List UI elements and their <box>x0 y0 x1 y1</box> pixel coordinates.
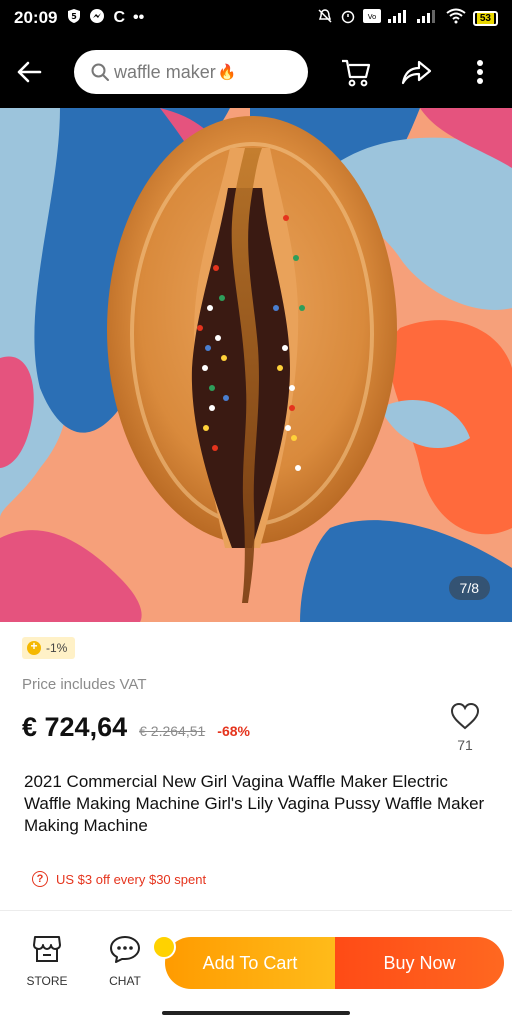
promo-banner[interactable]: ? US $3 off every $30 spent <box>32 871 206 887</box>
store-button[interactable]: STORE <box>17 935 77 988</box>
store-label: STORE <box>26 974 68 988</box>
status-time: 20:09 <box>14 8 58 27</box>
wishlist-button[interactable]: 71 <box>446 702 484 753</box>
app-bar: waffle maker 🔥 <box>0 36 512 108</box>
buy-now-button[interactable]: Buy Now <box>335 937 504 989</box>
signal-roaming-icon <box>416 9 439 28</box>
search-query: waffle maker <box>114 61 216 82</box>
product-title: 2021 Commercial New Girl Vagina Waffle M… <box>24 772 485 835</box>
coupon-icon <box>152 935 176 959</box>
alarm-icon <box>340 8 356 29</box>
search-input[interactable]: waffle maker 🔥 <box>74 50 308 94</box>
status-bar: 20:09 5 C •• Vo 53 <box>0 0 512 36</box>
signal-icon <box>387 9 410 28</box>
wifi-icon <box>446 8 466 29</box>
battery-icon: 53 <box>472 10 498 26</box>
original-price: € 2.264,51 <box>139 723 206 739</box>
price-row: € 724,64 € 2.264,51 -68% <box>22 712 250 743</box>
coins-badge-text: -1% <box>46 641 68 655</box>
share-icon <box>401 60 432 85</box>
notification-icons: 5 C •• <box>67 8 144 29</box>
chat-button[interactable]: CHAT <box>95 935 155 988</box>
mute-icon <box>317 8 333 29</box>
cart-button[interactable] <box>338 54 374 90</box>
svg-text:5: 5 <box>72 12 78 21</box>
back-arrow-icon <box>17 61 42 83</box>
current-price: € 724,64 <box>22 712 128 742</box>
vat-note: Price includes VAT <box>22 676 147 693</box>
image-counter: 7/8 <box>448 576 490 600</box>
cart-icon <box>342 59 371 87</box>
product-image-gallery[interactable]: 7/8 <box>0 108 512 622</box>
wishlist-count: 71 <box>457 737 473 753</box>
system-icons: Vo 53 <box>317 8 498 29</box>
chat-icon <box>110 936 140 963</box>
heart-icon <box>450 702 480 730</box>
coin-icon <box>27 639 41 655</box>
store-icon <box>33 936 61 962</box>
discount-percent: -68% <box>217 723 250 739</box>
promo-text: US $3 off every $30 spent <box>56 871 207 887</box>
home-indicator[interactable] <box>162 1011 350 1015</box>
battery-level: 53 <box>476 12 494 24</box>
coins-badge: -1% <box>22 637 76 659</box>
question-icon: ? <box>32 871 48 887</box>
search-icon <box>91 63 109 81</box>
chat-label: CHAT <box>109 974 141 988</box>
product-photo <box>0 108 512 622</box>
svg-text:Vo: Vo <box>368 13 377 21</box>
volte-icon: Vo <box>362 8 381 28</box>
more-vertical-icon <box>477 60 483 84</box>
shield-icon: 5 <box>67 8 81 29</box>
bottom-action-bar: STORE CHAT Add To Cart Buy Now <box>0 911 512 1024</box>
more-options-button[interactable] <box>462 54 498 90</box>
more-notifications-icon: •• <box>133 9 145 26</box>
share-button[interactable] <box>398 54 434 90</box>
add-to-cart-button[interactable]: Add To Cart <box>165 937 335 989</box>
c-notification-icon: C <box>113 9 126 26</box>
fire-icon: 🔥 <box>217 64 237 81</box>
back-button[interactable] <box>0 36 58 108</box>
messenger-icon <box>89 8 105 29</box>
